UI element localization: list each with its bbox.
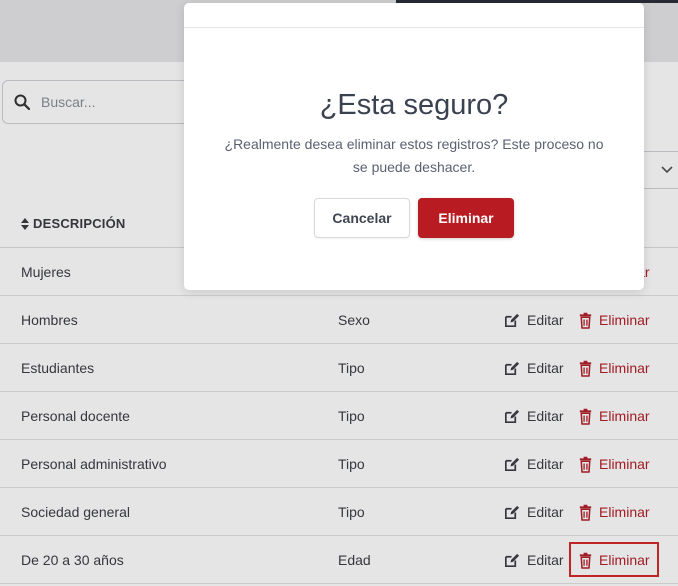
cancel-button[interactable]: Cancelar [314, 198, 410, 238]
dialog-title: ¿Esta seguro? [319, 89, 509, 121]
confirm-dialog: ¿Esta seguro? ¿Realmente desea eliminar … [184, 3, 644, 290]
confirm-delete-button[interactable]: Eliminar [418, 198, 514, 238]
dialog-divider [184, 27, 644, 28]
dialog-message: ¿Realmente desea eliminar estos registro… [224, 136, 604, 175]
